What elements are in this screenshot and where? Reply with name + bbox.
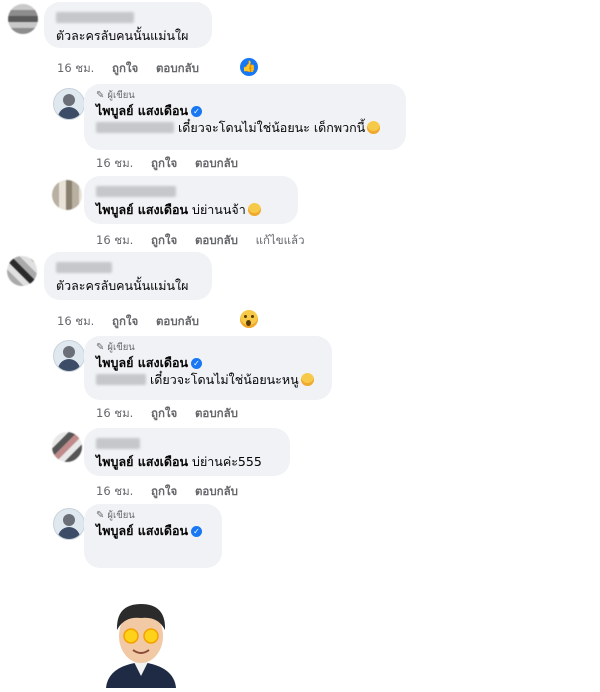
mention-blurred[interactable] xyxy=(96,374,146,385)
comment-bubble: ไพบูลย์ แสงเดือน บ่ย่านนจ้า xyxy=(84,176,298,224)
verified-badge-icon: ✓ xyxy=(191,106,203,117)
comment-actions: 16 ชม. ถูกใจ ตอบกลับ แก้ไขแล้ว xyxy=(96,232,319,250)
comment-text: ตัวละครลับคนนั้นแม่นใผ xyxy=(56,278,189,293)
laughing-emoji-icon xyxy=(300,373,314,386)
thumbs-up-icon[interactable]: 👍 xyxy=(240,58,258,76)
comment-text: เดี๋ยวจะโดนไม่ใช่น้อยนะหนู xyxy=(150,372,299,387)
pencil-icon: ✎ xyxy=(96,90,105,101)
author-name[interactable]: ไพบูลย์ แสงเดือน xyxy=(96,355,188,370)
comment-time[interactable]: 16 ชม. xyxy=(57,314,94,328)
reply-button[interactable]: ตอบกลับ xyxy=(195,406,238,420)
comment-bubble: ✎ ผู้เขียน ไพบูลย์ แสงเดือน ✓ เดี๋ยวจะโดนไ… xyxy=(84,336,332,400)
reply-button[interactable]: ตอบกลับ xyxy=(156,314,199,328)
author-avatar[interactable] xyxy=(53,340,85,372)
sticker-image[interactable] xyxy=(98,596,184,688)
commenter-name-blurred[interactable] xyxy=(96,438,140,449)
comment-actions: 16 ชม. ถูกใจ ตอบกลับ xyxy=(96,405,252,423)
commenter-avatar[interactable] xyxy=(52,432,82,462)
comment-bubble: ไพบูลย์ แสงเดือน บ่ย่านค่ะ555 xyxy=(84,428,290,476)
commenter-name-blurred[interactable] xyxy=(96,186,176,197)
comment-bubble: ✎ ผู้เขียน ไพบูลย์ แสงเดือน ✓ เดี๋ยวจะโดนไ… xyxy=(84,84,406,150)
comment-bubble: ตัวละครลับคนนั้นแม่นใผ xyxy=(44,252,212,300)
commenter-name-blurred[interactable] xyxy=(56,262,112,273)
like-button[interactable]: ถูกใจ xyxy=(112,61,138,75)
commenter-avatar[interactable] xyxy=(7,256,37,286)
like-button[interactable]: ถูกใจ xyxy=(151,484,177,498)
sticker-right-eye xyxy=(143,628,159,644)
reply-button[interactable]: ตอบกลับ xyxy=(195,484,238,498)
comment-actions: 16 ชม. ถูกใจ ตอบกลับ xyxy=(96,155,252,173)
like-button[interactable]: ถูกใจ xyxy=(151,233,177,247)
like-button[interactable]: ถูกใจ xyxy=(112,314,138,328)
comment-text: บ่ย่านนจ้า xyxy=(192,202,246,217)
edited-label: แก้ไขแล้ว xyxy=(255,233,305,247)
author-badge: ผู้เขียน xyxy=(107,90,135,101)
verified-badge-icon: ✓ xyxy=(191,358,203,369)
comment-actions: 16 ชม. ถูกใจ ตอบกลับ xyxy=(57,60,213,78)
comment-bubble: ตัวละครลับคนนั้นแม่นใผ xyxy=(44,2,212,48)
author-name-mention[interactable]: ไพบูลย์ แสงเดือน xyxy=(96,454,188,469)
verified-badge-icon: ✓ xyxy=(191,526,203,537)
author-badge: ผู้เขียน xyxy=(107,510,135,521)
comment-actions: 16 ชม. ถูกใจ ตอบกลับ xyxy=(57,313,213,331)
author-name[interactable]: ไพบูลย์ แสงเดือน xyxy=(96,523,188,538)
like-button[interactable]: ถูกใจ xyxy=(151,406,177,420)
comment-text: เดี๋ยวจะโดนไม่ใช่น้อยนะ เด็กพวกนี้ xyxy=(178,120,366,135)
comment-text: บ่ย่านค่ะ555 xyxy=(192,454,262,469)
laughing-emoji-icon xyxy=(247,203,261,216)
comment-time[interactable]: 16 ชม. xyxy=(96,406,133,420)
reply-button[interactable]: ตอบกลับ xyxy=(156,61,199,75)
author-avatar[interactable] xyxy=(53,88,85,120)
commenter-avatar[interactable] xyxy=(8,4,38,34)
pencil-icon: ✎ xyxy=(96,342,105,353)
comment-time[interactable]: 16 ชม. xyxy=(96,233,133,247)
comment-time[interactable]: 16 ชม. xyxy=(96,156,133,170)
reply-button[interactable]: ตอบกลับ xyxy=(195,156,238,170)
laughing-emoji-icon xyxy=(367,121,381,134)
author-name-mention[interactable]: ไพบูลย์ แสงเดือน xyxy=(96,202,188,217)
comment-actions: 16 ชม. ถูกใจ ตอบกลับ xyxy=(96,483,252,501)
comment-time[interactable]: 16 ชม. xyxy=(96,484,133,498)
comment-text: ตัวละครลับคนนั้นแม่นใผ xyxy=(56,28,189,43)
wow-emoji-icon[interactable] xyxy=(240,310,258,328)
author-name[interactable]: ไพบูลย์ แสงเดือน xyxy=(96,103,188,118)
author-badge: ผู้เขียน xyxy=(107,342,135,353)
comment-bubble: ✎ ผู้เขียน ไพบูลย์ แสงเดือน ✓ xyxy=(84,504,222,568)
mention-blurred[interactable] xyxy=(96,122,174,133)
pencil-icon: ✎ xyxy=(96,510,105,521)
sticker-left-eye xyxy=(123,628,139,644)
author-avatar[interactable] xyxy=(53,508,85,540)
commenter-name-blurred[interactable] xyxy=(56,12,134,23)
like-button[interactable]: ถูกใจ xyxy=(151,156,177,170)
commenter-avatar[interactable] xyxy=(52,180,82,210)
reply-button[interactable]: ตอบกลับ xyxy=(195,233,238,247)
comment-time[interactable]: 16 ชม. xyxy=(57,61,94,75)
